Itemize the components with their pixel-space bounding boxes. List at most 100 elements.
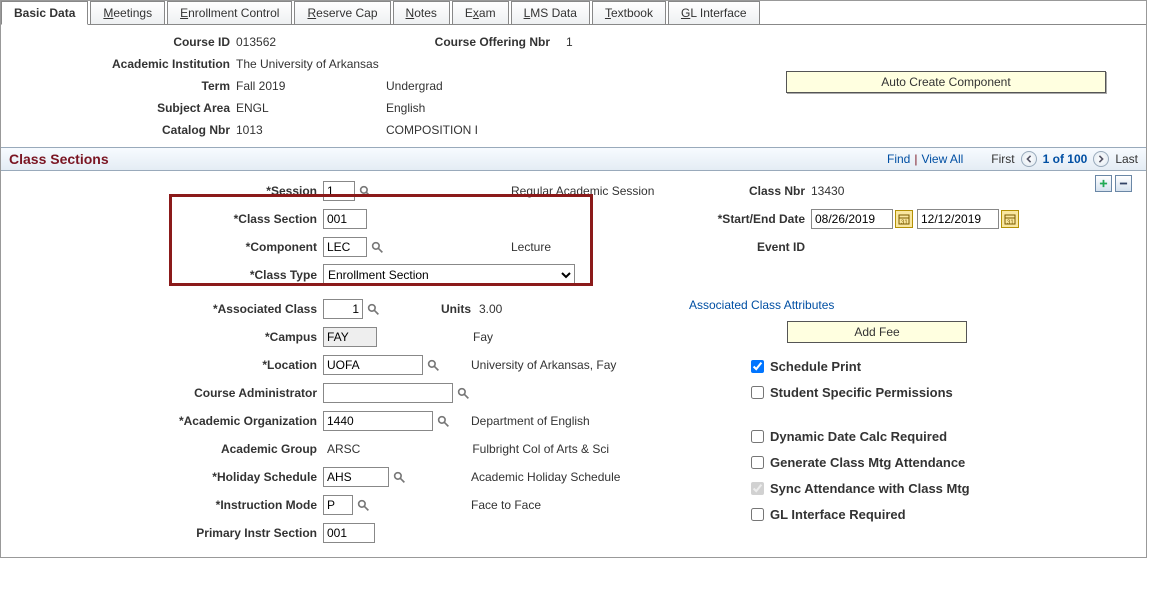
component-desc: Lecture [385,240,551,254]
session-label: *Session [11,184,323,198]
delete-row-button[interactable] [1115,175,1132,192]
acad-org-lookup-icon[interactable] [435,413,451,429]
term-desc: Undergrad [386,79,443,93]
student-permissions-label: Student Specific Permissions [770,385,953,400]
add-fee-button[interactable]: Add Fee [787,321,967,343]
acad-org-desc: Department of English [451,414,590,428]
tab-notes[interactable]: Notes [393,1,450,24]
institution-label: Academic Institution [11,57,236,71]
gl-interface-required-label: GL Interface Required [770,507,906,522]
acad-org-input[interactable] [323,411,433,431]
associated-class-attributes-link[interactable]: Associated Class Attributes [685,298,834,312]
campus-desc: Fay [377,330,493,344]
location-desc: University of Arkansas, Fay [441,358,616,372]
tab-enrollment-control[interactable]: Enrollment Control [167,1,292,24]
class-type-label: *Class Type [11,268,323,282]
dynamic-date-label: Dynamic Date Calc Required [770,429,947,444]
session-desc: Regular Academic Session [373,184,654,198]
course-id-value: 013562 [236,35,386,49]
generate-attendance-label: Generate Class Mtg Attendance [770,455,965,470]
subject-value: ENGL [236,101,386,115]
last-label: Last [1115,152,1138,166]
catalog-value: 1013 [236,123,386,137]
acad-org-label: *Academic Organization [11,414,323,428]
associated-class-label: *Associated Class [11,302,323,316]
institution-value: The University of Arkansas [236,57,496,71]
instr-mode-desc: Face to Face [371,498,541,512]
start-end-date-label: *Start/End Date [685,212,811,226]
svg-text:31: 31 [1007,220,1014,225]
student-permissions-checkbox[interactable] [751,386,764,399]
catalog-label: Catalog Nbr [11,123,236,137]
primary-instr-label: Primary Instr Section [11,526,323,540]
location-input[interactable] [323,355,423,375]
campus-label: *Campus [11,330,323,344]
holiday-input[interactable] [323,467,389,487]
term-value: Fall 2019 [236,79,386,93]
tab-lms-data[interactable]: LMS Data [511,1,590,24]
tab-exam[interactable]: Exam [452,1,509,24]
tab-strip: Basic Data Meetings Enrollment Control R… [1,1,1146,25]
component-lookup-icon[interactable] [369,239,385,255]
class-nbr-label: Class Nbr [685,184,811,198]
course-id-label: Course ID [11,35,236,49]
session-lookup-icon[interactable] [357,183,373,199]
acad-group-value: ARSC [323,442,360,456]
tab-textbook[interactable]: Textbook [592,1,666,24]
end-date-input[interactable] [917,209,999,229]
add-row-button[interactable] [1095,175,1112,192]
find-link[interactable]: Find [887,152,910,166]
tab-reserve-cap[interactable]: Reserve Cap [294,1,390,24]
course-admin-label: Course Administrator [11,386,323,400]
associated-class-lookup-icon[interactable] [365,301,381,317]
generate-attendance-checkbox[interactable] [751,456,764,469]
tab-basic-data[interactable]: Basic Data [1,1,88,25]
tab-meetings[interactable]: Meetings [90,1,165,24]
instr-mode-input[interactable] [323,495,353,515]
class-sections-body: *Session Regular Academic Session *Class… [1,171,1146,557]
class-sections-title: Class Sections [9,151,887,167]
sync-attendance-checkbox [751,482,764,495]
dynamic-date-checkbox[interactable] [751,430,764,443]
primary-instr-input[interactable] [323,523,375,543]
term-label: Term [11,79,236,93]
gl-interface-required-checkbox[interactable] [751,508,764,521]
next-row-button[interactable] [1093,151,1109,167]
auto-create-component-button[interactable]: Auto Create Component [786,71,1106,93]
units-value: 3.00 [471,302,502,316]
start-date-calendar-icon[interactable]: 31 [895,210,913,228]
associated-class-input[interactable] [323,299,363,319]
course-admin-lookup-icon[interactable] [455,385,471,401]
event-id-label: Event ID [685,240,811,254]
view-all-link[interactable]: View All [921,152,963,166]
holiday-label: *Holiday Schedule [11,470,323,484]
class-sections-bar: Class Sections Find | View All First 1 o… [1,147,1146,171]
schedule-print-checkbox[interactable] [751,360,764,373]
separator: | [914,152,917,166]
location-lookup-icon[interactable] [425,357,441,373]
course-offering-nbr-label: Course Offering Nbr [386,35,556,49]
course-admin-input[interactable] [323,383,453,403]
class-section-input[interactable] [323,209,367,229]
prev-row-button[interactable] [1021,151,1037,167]
schedule-print-label: Schedule Print [770,359,861,374]
acad-group-desc: Fulbright Col of Arts & Sci [360,442,609,456]
class-nbr-value: 13430 [811,184,844,198]
course-offering-nbr-value: 1 [556,35,573,49]
sync-attendance-label: Sync Attendance with Class Mtg [770,481,970,496]
holiday-lookup-icon[interactable] [391,469,407,485]
end-date-calendar-icon[interactable]: 31 [1001,210,1019,228]
component-input[interactable] [323,237,367,257]
start-date-input[interactable] [811,209,893,229]
subject-desc: English [386,101,425,115]
class-section-label: *Class Section [11,212,323,226]
svg-text:31: 31 [901,220,908,225]
class-type-select[interactable]: Enrollment Section [323,264,575,286]
session-input[interactable] [323,181,355,201]
units-label: Units [381,302,471,316]
first-label: First [991,152,1014,166]
tab-gl-interface[interactable]: GL Interface [668,1,760,24]
course-header: Course ID 013562 Course Offering Nbr 1 A… [1,25,1146,147]
instr-mode-lookup-icon[interactable] [355,497,371,513]
component-label: *Component [11,240,323,254]
